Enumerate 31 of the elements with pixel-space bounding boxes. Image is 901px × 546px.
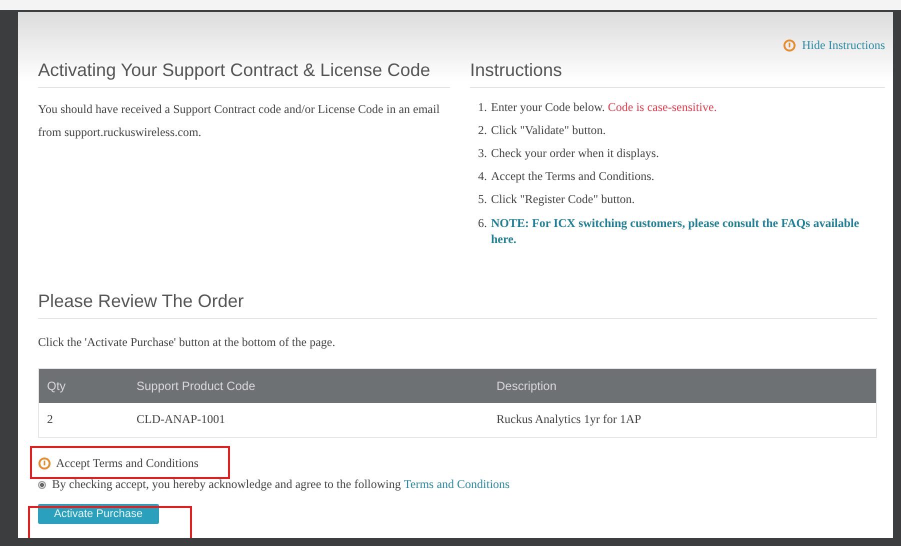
table-cell: 2 [38,402,128,438]
column-header: Support Product Code [128,368,488,402]
hide-instructions-link[interactable]: Hide Instructions [802,38,885,52]
section-heading: Please Review The Order [38,291,877,319]
step-number: 5. [478,191,487,208]
step-text: Click "Validate" button. [491,122,606,139]
step-number: 4. [478,168,487,185]
step-text: Check your order when it displays. [491,145,659,162]
review-text: Click the 'Activate Purchase' button at the bottom of the page. [38,334,336,351]
activate-purchase-button[interactable]: Activate Purchase [38,504,159,524]
step-number: 3. [478,145,487,162]
info-icon [783,38,796,52]
accept-radio[interactable] [38,480,46,488]
step-number: 6. [478,215,487,232]
accept-terms-heading: Accept Terms and Conditions [56,456,199,471]
column-header: Qty [38,368,128,402]
step-number: 1. [478,99,487,116]
section-heading: Activating Your Support Contract & License Code [38,60,450,88]
terms-link[interactable]: Terms and Conditions [404,477,510,492]
step-text: Accept the Terms and Conditions. [491,168,654,185]
section-heading: Instructions [470,60,885,88]
faq-note-link[interactable]: NOTE: For ICX switching customers, please consult the FAQs available here. [491,215,885,247]
step-text: Enter your Code below. Code is case-sensitive. [491,99,717,116]
agreement-text: By checking accept, you hereby acknowledge and agree to the following [52,477,401,492]
table-cell: CLD-ANAP-1001 [128,402,488,438]
column-header: Description [488,368,876,402]
table-cell: Ruckus Analytics 1yr for 1AP [488,402,876,438]
intro-text: You should have received a Support Contract code and/or License Code in an email from support.ruckuswireless.com. [38,101,441,141]
info-icon [38,457,51,470]
step-number: 2. [478,122,487,139]
step-text: Click "Register Code" button. [491,191,635,208]
